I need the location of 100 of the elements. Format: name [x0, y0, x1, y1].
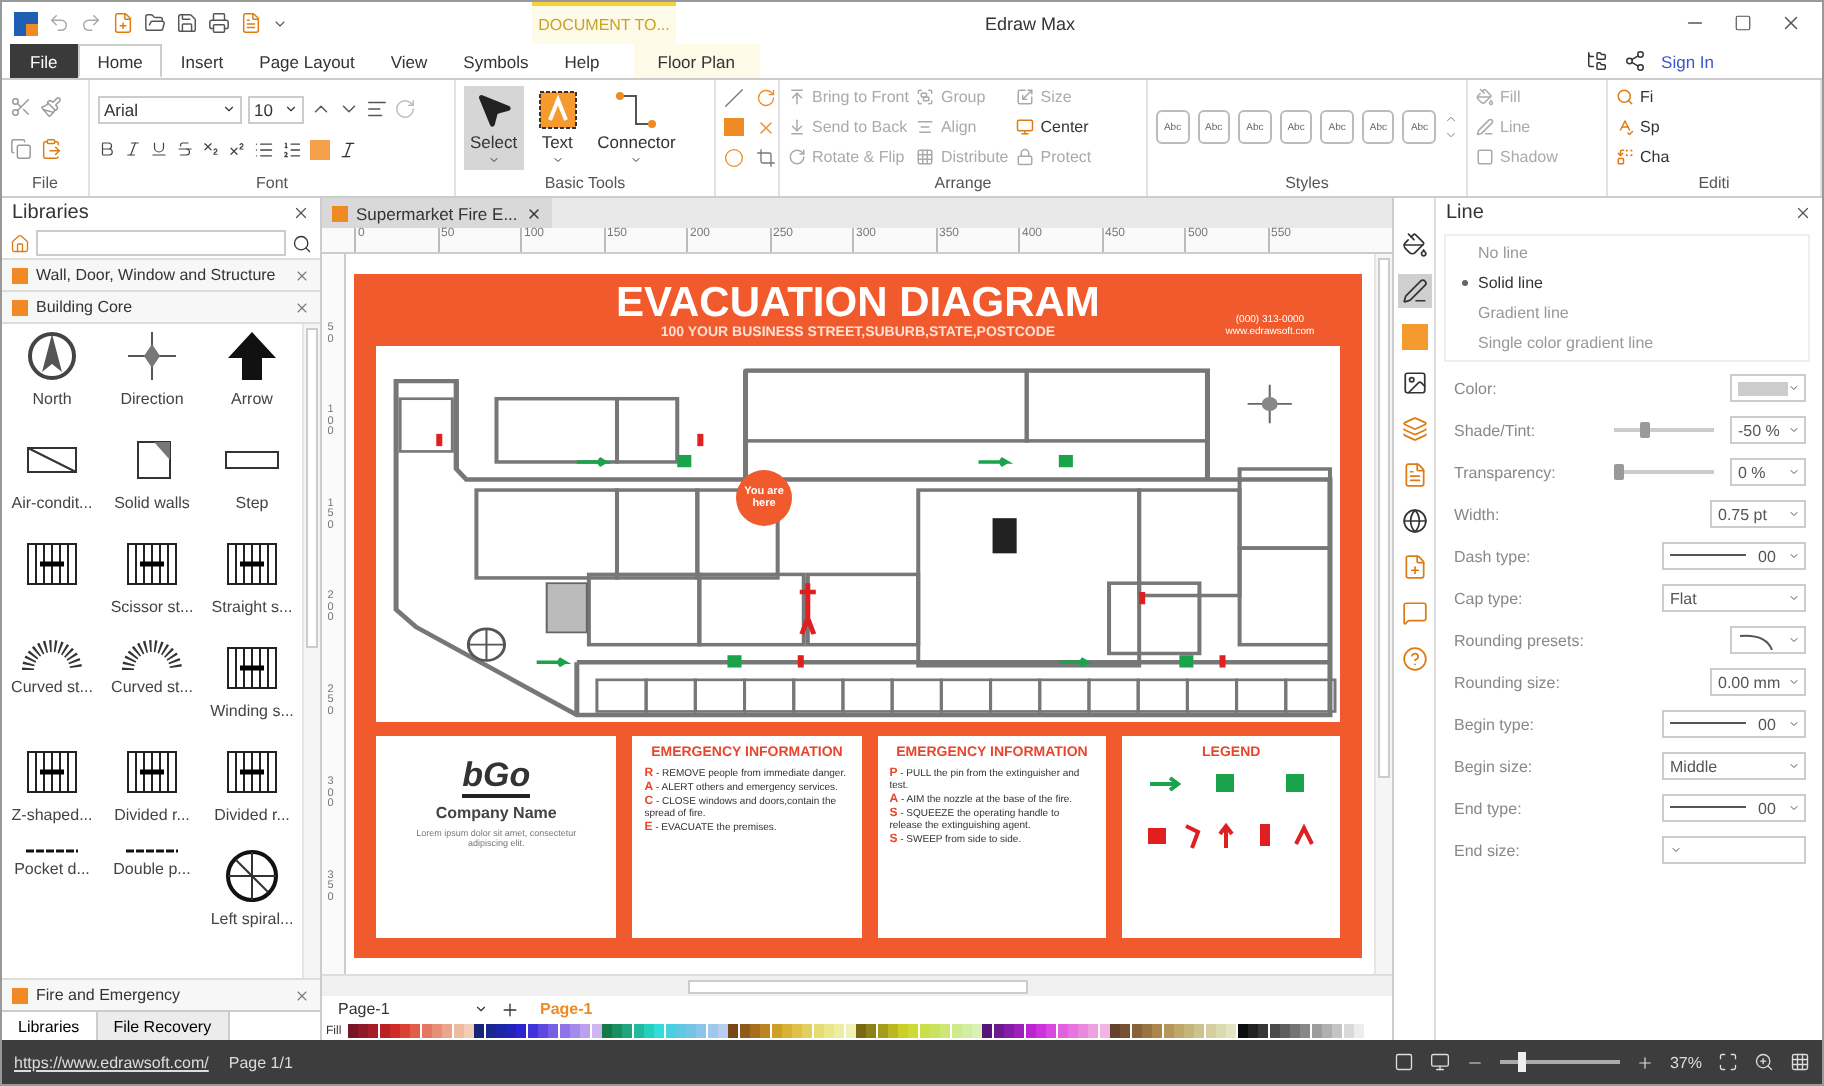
dropdown-select[interactable]: Flat: [1662, 584, 1806, 612]
circle-icon[interactable]: [724, 147, 744, 167]
grid-icon[interactable]: [1790, 1052, 1810, 1072]
shape-item[interactable]: Step: [202, 432, 302, 536]
format-painter-icon[interactable]: [40, 95, 62, 117]
spin-field[interactable]: 0.00 mm: [1710, 668, 1806, 696]
document-tab[interactable]: Supermarket Fire E...: [322, 198, 552, 228]
print-icon[interactable]: [208, 12, 230, 34]
superscript-icon[interactable]: [228, 140, 246, 158]
shape-item[interactable]: Pocket d...: [2, 848, 102, 952]
slider-track[interactable]: [1614, 464, 1714, 480]
ribbon-tab[interactable]: View: [372, 44, 446, 78]
cross-icon[interactable]: [756, 117, 776, 137]
ribbon-tab[interactable]: Help: [546, 44, 618, 78]
export-icon[interactable]: [240, 12, 262, 34]
editing-button[interactable]: Fi: [1616, 88, 1670, 106]
library-category[interactable]: Fire and Emergency: [2, 978, 320, 1010]
editing-button[interactable]: Cha: [1616, 148, 1670, 166]
close-icon[interactable]: [292, 204, 310, 222]
line-icon[interactable]: [724, 87, 744, 107]
bullet-list-icon[interactable]: [282, 139, 302, 159]
presentation-icon[interactable]: [1429, 1052, 1450, 1072]
ribbon-tab[interactable]: Home: [77, 44, 163, 78]
file-menu-button[interactable]: File: [10, 44, 78, 78]
font-select[interactable]: Arial: [98, 95, 242, 123]
library-category[interactable]: Building Core: [2, 290, 320, 322]
share-icon[interactable]: [1623, 50, 1646, 72]
rounding-select[interactable]: [1730, 626, 1806, 654]
redo-icon[interactable]: [80, 12, 102, 34]
add-page-icon[interactable]: [500, 999, 520, 1019]
page-view-icon[interactable]: [1393, 1052, 1414, 1072]
scrollbar[interactable]: [322, 974, 1392, 996]
shape-item[interactable]: Curved st...: [102, 640, 202, 744]
shape-item[interactable]: Straight s...: [202, 536, 302, 640]
dropdown-select[interactable]: Middle: [1662, 752, 1806, 780]
shape-item[interactable]: Z-shaped...: [2, 744, 102, 848]
ribbon-tab[interactable]: Insert: [162, 44, 242, 78]
search-field[interactable]: [36, 230, 286, 256]
scrollbar[interactable]: [1374, 254, 1392, 974]
panel-tab[interactable]: File Recovery: [97, 1012, 230, 1040]
slider-thumb[interactable]: [1614, 464, 1624, 480]
close-icon[interactable]: [294, 267, 310, 283]
shape-item[interactable]: Divided r...: [102, 744, 202, 848]
shape-item[interactable]: Scissor st...: [102, 536, 202, 640]
close-icon[interactable]: [294, 299, 310, 315]
color-select[interactable]: [1730, 374, 1806, 402]
close-icon[interactable]: [294, 987, 310, 1003]
ribbon-tab[interactable]: Symbols: [445, 44, 547, 78]
zoom-in-icon[interactable]: [1635, 1053, 1654, 1071]
editing-button[interactable]: Sp: [1616, 118, 1670, 136]
library-icon[interactable]: [1585, 50, 1608, 72]
page-select[interactable]: Page-1: [338, 1000, 488, 1018]
scroll-up-icon[interactable]: [1444, 112, 1459, 126]
shape-item[interactable]: Direction: [102, 328, 202, 432]
shape-item[interactable]: Left spiral...: [202, 848, 302, 952]
shape-item[interactable]: Double p...: [102, 848, 202, 952]
crop-icon[interactable]: [756, 147, 776, 167]
ribbon-tab[interactable]: Floor Plan: [633, 44, 759, 78]
spin-field[interactable]: -50 %: [1730, 416, 1806, 444]
zoom-thumb[interactable]: [1517, 1052, 1526, 1072]
spin-field[interactable]: 0.75 pt: [1710, 500, 1806, 528]
save-icon[interactable]: [176, 12, 198, 34]
open-folder-icon[interactable]: [144, 12, 166, 34]
color-palette[interactable]: [347, 1024, 1365, 1038]
tool-button[interactable]: Connector: [591, 85, 682, 169]
subscript-icon[interactable]: [202, 140, 220, 158]
website-link[interactable]: https://www.edrawsoft.com/: [14, 1053, 209, 1071]
line-select[interactable]: 00: [1662, 542, 1806, 570]
line-type-option[interactable]: Solid line: [1458, 274, 1796, 292]
shape-item[interactable]: North: [2, 328, 102, 432]
new-file-icon[interactable]: [112, 12, 134, 34]
slider-thumb[interactable]: [1639, 422, 1649, 438]
zoom-icon[interactable]: [1754, 1052, 1774, 1072]
strikethrough-icon[interactable]: [176, 140, 194, 158]
align-icon[interactable]: [366, 98, 388, 120]
shape-item[interactable]: Winding s...: [202, 640, 302, 744]
font-size-select[interactable]: 10: [248, 95, 304, 123]
underline-icon[interactable]: [150, 140, 168, 158]
close-icon[interactable]: [525, 205, 542, 221]
undo-icon[interactable]: [48, 12, 70, 34]
bold-icon[interactable]: [98, 140, 116, 158]
paste-icon[interactable]: [40, 137, 62, 159]
close-icon[interactable]: [1780, 12, 1802, 34]
line-spacing-icon[interactable]: [254, 139, 274, 159]
arrange-button[interactable]: Center: [1016, 118, 1092, 136]
shape-item[interactable]: Divided r...: [202, 744, 302, 848]
cut-icon[interactable]: [10, 95, 32, 117]
copy-icon[interactable]: [10, 137, 32, 159]
maximize-icon[interactable]: [1734, 14, 1752, 32]
line-select[interactable]: 00: [1662, 710, 1806, 738]
app-logo-icon[interactable]: [14, 11, 38, 35]
arc-icon[interactable]: [756, 87, 776, 107]
sign-in-link[interactable]: Sign In: [1661, 51, 1714, 71]
highlight-icon[interactable]: [310, 139, 330, 159]
search-icon[interactable]: [292, 233, 312, 253]
italic-icon[interactable]: [124, 140, 142, 158]
close-icon[interactable]: [1794, 204, 1812, 222]
library-category[interactable]: Wall, Door, Window and Structure: [2, 258, 320, 290]
line-select[interactable]: 00: [1662, 794, 1806, 822]
shape-item[interactable]: Solid walls: [102, 432, 202, 536]
